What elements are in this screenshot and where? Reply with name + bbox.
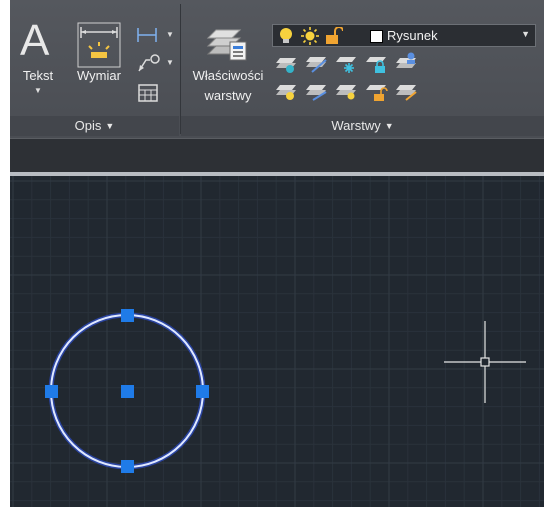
linear-dim-small-icon[interactable] [136,26,160,44]
layer-color-swatch [370,30,383,43]
layer-unlock-icon [326,27,343,44]
layer-properties-label-2: warstwy [204,88,252,103]
text-button-label: Tekst [22,68,54,83]
table-icon[interactable] [138,84,158,102]
layer-properties-icon [206,29,247,61]
layer-dropdown[interactable]: Rysunek ▼ [272,24,536,47]
match-layer-icon[interactable] [306,54,328,74]
chevron-down-icon: ▼ [384,121,394,131]
layer-on-bulb-icon [280,28,292,43]
layer-thaw-sun-icon [301,27,319,45]
layers-panel-title-label: Warstwy [331,118,381,133]
crosshair-cursor [444,321,526,403]
current-layer-name: Rysunek [387,28,438,43]
text-button[interactable]: A Tekst ▼ [16,16,60,100]
layer-walk-icon[interactable] [396,82,418,102]
chevron-down-icon: ▼ [105,121,115,131]
layer-off-icon[interactable] [276,82,298,102]
layer-properties-label-1: Właściwości [192,68,264,83]
drawing-area[interactable] [10,176,544,507]
layer-isolate-icon[interactable] [396,52,418,72]
chevron-down-icon[interactable]: ▼ [166,30,174,39]
autocad-window: A Tekst ▼ Wymiar ▼ ▼ Opis ▼ Właściwości … [10,0,544,507]
grip-bottom[interactable] [121,460,134,473]
panel-separator [180,4,181,134]
annotation-panel-title-label: Opis [74,118,102,133]
ribbon: A Tekst ▼ Wymiar ▼ ▼ Opis ▼ Właściwości … [10,0,544,138]
grip-right[interactable] [196,385,209,398]
make-current-layer-icon[interactable] [276,54,298,74]
freeze-layer-icon[interactable] [336,54,358,74]
dimension-button-label: Wymiar [77,68,121,83]
layers-panel-title[interactable]: Warstwy ▼ [181,116,544,136]
lock-layer-icon[interactable] [366,54,388,74]
layer-properties-button[interactable]: Właściwości warstwy [184,18,272,110]
chevron-down-icon: ▼ [521,29,530,39]
change-to-current-layer-icon[interactable] [306,82,328,102]
chevron-down-icon: ▼ [34,86,42,95]
thaw-all-layers-icon[interactable] [336,82,358,102]
grip-left[interactable] [45,385,58,398]
dimension-button[interactable]: Wymiar [64,18,134,88]
file-tab-bar [10,138,544,173]
annotation-panel-title[interactable]: Opis ▼ [10,116,179,136]
text-a-icon: A [20,16,50,65]
linear-dimension-icon [77,22,121,68]
grip-top[interactable] [121,309,134,322]
grip-center[interactable] [121,385,134,398]
chevron-down-icon[interactable]: ▼ [166,58,174,67]
leader-icon[interactable] [136,52,160,74]
unlock-layer-icon[interactable] [366,82,388,102]
